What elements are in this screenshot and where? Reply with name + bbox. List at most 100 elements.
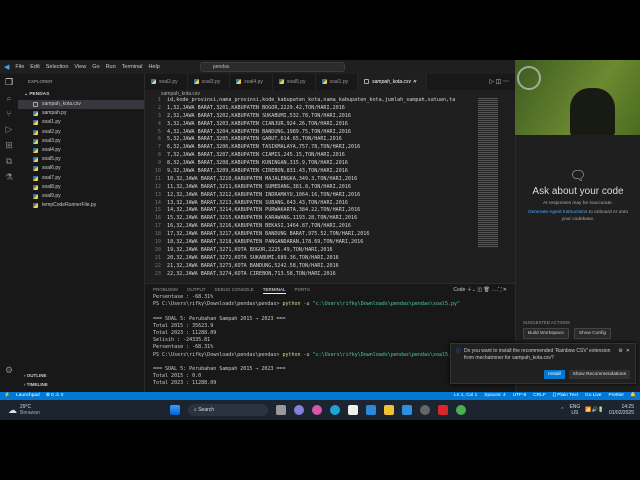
tab-soal3-py[interactable]: soal3.py (188, 74, 231, 90)
show-recommendations-button[interactable]: Show Recommendations (568, 370, 630, 379)
folder-pendas[interactable]: ⌄ PENDAS (18, 89, 144, 100)
file-item[interactable]: soal8.py (18, 183, 144, 192)
panel-tab-terminal[interactable]: TERMINAL (262, 287, 286, 294)
menu-run[interactable]: Run (106, 64, 116, 70)
status-item[interactable]: {} Plain Text (553, 392, 578, 400)
file-item[interactable]: soal5.py (18, 155, 144, 164)
start-icon[interactable] (170, 405, 180, 415)
terminal-text: python (282, 301, 301, 308)
maximize-icon[interactable]: ⛶ (498, 287, 502, 293)
gear-icon[interactable]: ⚙ (618, 348, 622, 362)
file-item[interactable]: soal1.py (18, 118, 144, 127)
file-explorer-icon[interactable] (384, 405, 394, 415)
trash-icon[interactable]: 🗑 (483, 287, 489, 293)
chrome-icon[interactable] (456, 405, 466, 415)
panel-tab-output[interactable]: OUTPUT (187, 287, 206, 294)
close-icon[interactable]: ✕ (503, 287, 507, 293)
status-item[interactable]: UTF-8 (513, 392, 527, 400)
panel-tab-ports[interactable]: PORTS (295, 287, 310, 294)
menu-edit[interactable]: Edit (30, 64, 39, 70)
run-debug-icon[interactable]: ▷ (6, 124, 13, 135)
close-tab-icon[interactable]: ✕ (411, 79, 416, 85)
file-item[interactable]: soal3.py (18, 137, 144, 146)
file-item[interactable]: soal4.py (18, 146, 144, 155)
tab-soal2-py[interactable]: soal2.py (145, 74, 188, 90)
timeline-section[interactable]: › TIMELINE (24, 382, 48, 387)
language-indicator[interactable]: ENG US (569, 404, 580, 416)
file-item[interactable]: soal7.py (18, 174, 144, 183)
tab-soal1-py[interactable]: soal1.py (316, 74, 359, 90)
extensions-icon[interactable]: ⊞ (5, 140, 13, 151)
search-icon[interactable]: ⌕ (6, 93, 11, 104)
weather-widget[interactable]: ☁ 29°C Berawan (0, 404, 150, 416)
file-item[interactable]: soal2.py (18, 128, 144, 137)
command-center-search[interactable]: pendas (200, 62, 345, 72)
remote-icon[interactable]: ⧉ (6, 156, 12, 167)
task-view-icon[interactable] (276, 405, 286, 415)
menu-go[interactable]: Go (92, 64, 99, 70)
copilot-icon[interactable] (294, 405, 304, 415)
store-icon[interactable] (348, 405, 358, 415)
new-terminal-icon[interactable]: ＋⌄ (467, 287, 476, 293)
clock[interactable]: 14:25 01/02/2025 (609, 404, 634, 416)
source-control-icon[interactable]: ⑂ (6, 109, 11, 119)
file-item[interactable]: sampah_kota.csv (18, 100, 144, 110)
python-file-icon (151, 79, 156, 84)
file-item[interactable]: sampah.py (18, 109, 144, 118)
status-item[interactable]: Ln 1, Col 1 (454, 392, 477, 400)
tab-soal5-py[interactable]: soal5.py (273, 74, 316, 90)
testing-icon[interactable]: ⚗ (5, 172, 13, 183)
menu-file[interactable]: File (15, 64, 24, 70)
status-problems[interactable]: ⊗ 0 ⚠ 0 (46, 392, 64, 400)
panel-tab-debug-console[interactable]: DEBUG CONSOLE (215, 287, 254, 294)
tab-sampah_kota-csv[interactable]: sampah_kota.csv ✕ (358, 74, 427, 90)
outlook-icon[interactable] (366, 405, 376, 415)
close-icon[interactable]: ✕ (626, 348, 630, 362)
app-icon[interactable] (312, 405, 322, 415)
edge-icon[interactable] (330, 405, 340, 415)
vscode-taskbar-icon[interactable] (402, 405, 412, 415)
menu-view[interactable]: View (74, 64, 86, 70)
status-item[interactable]: Prettier (609, 392, 624, 400)
editor[interactable]: sampah_kota.csv 1 id,kode_provinsi,nama_p… (145, 90, 515, 283)
app-icon[interactable] (420, 405, 430, 415)
code-line: 12 11,32,JAWA BARAT,3211,KABUPATEN SUMEDA… (145, 184, 515, 192)
outline-section[interactable]: › OUTLINE (24, 373, 47, 378)
notifications-bell-icon[interactable]: 🔔 (630, 392, 636, 400)
status-item[interactable]: CRLF (533, 392, 546, 400)
file-item[interactable]: tempCodeRunnerFile.py (18, 201, 144, 210)
python-file-icon (33, 193, 38, 199)
status-item[interactable]: Spaces: 4 (484, 392, 505, 400)
minimap[interactable] (478, 98, 498, 248)
terminal-shell[interactable]: Code (453, 287, 465, 293)
breadcrumb[interactable]: sampah_kota.csv (145, 90, 515, 97)
remote-icon[interactable]: ⚡ (4, 392, 10, 400)
status-item[interactable]: Go Live (585, 392, 602, 400)
taskbar-search[interactable]: ⌕ Search (188, 404, 268, 416)
split-terminal-icon[interactable]: ◫ (477, 287, 482, 293)
more-icon[interactable]: ⋯ (501, 79, 509, 85)
wps-icon[interactable] (438, 405, 448, 415)
menu-terminal[interactable]: Terminal (122, 64, 143, 70)
more-icon[interactable]: ⋯ (491, 287, 496, 293)
line-text: 13,32,JAWA BARAT,3213,KABUPATEN SUBANG,6… (167, 199, 348, 206)
wifi-volume-battery-icon[interactable]: 📶🔊🔋 (585, 407, 604, 413)
title-bar: ◀ File Edit Selection View Go Run Terminal Help… (0, 60, 515, 74)
show-config-button[interactable]: Show Config (573, 328, 612, 339)
file-item[interactable]: soal6.py (18, 164, 144, 173)
status-launchpad[interactable]: Launchpad (16, 392, 40, 400)
menu-help[interactable]: Help (148, 64, 159, 70)
tab-soal4-py[interactable]: soal4.py (230, 74, 273, 90)
tray-chevron-icon[interactable]: ⌃ (560, 407, 564, 413)
code-line: 16 15,32,JAWA BARAT,3215,KABUPATEN KARAWA… (145, 215, 515, 223)
menu-selection[interactable]: Selection (46, 64, 69, 70)
file-item[interactable]: soal9.py (18, 192, 144, 201)
install-button[interactable]: Install (544, 370, 565, 379)
code-line: 7 6,32,JAWA BARAT,3206,KABUPATEN TASIKMAL… (145, 144, 515, 152)
explorer-icon[interactable]: ❐ (5, 77, 13, 88)
panel-tab-problems[interactable]: PROBLEMS (153, 287, 178, 294)
settings-gear-icon[interactable]: ⚙ (5, 365, 13, 376)
code-line: 14 13,32,JAWA BARAT,3213,KABUPATEN SUBANG… (145, 200, 515, 208)
generate-instructions-link[interactable]: Generate Agent Instructions (528, 210, 587, 215)
build-workspace-button[interactable]: Build Workspace (523, 328, 569, 339)
